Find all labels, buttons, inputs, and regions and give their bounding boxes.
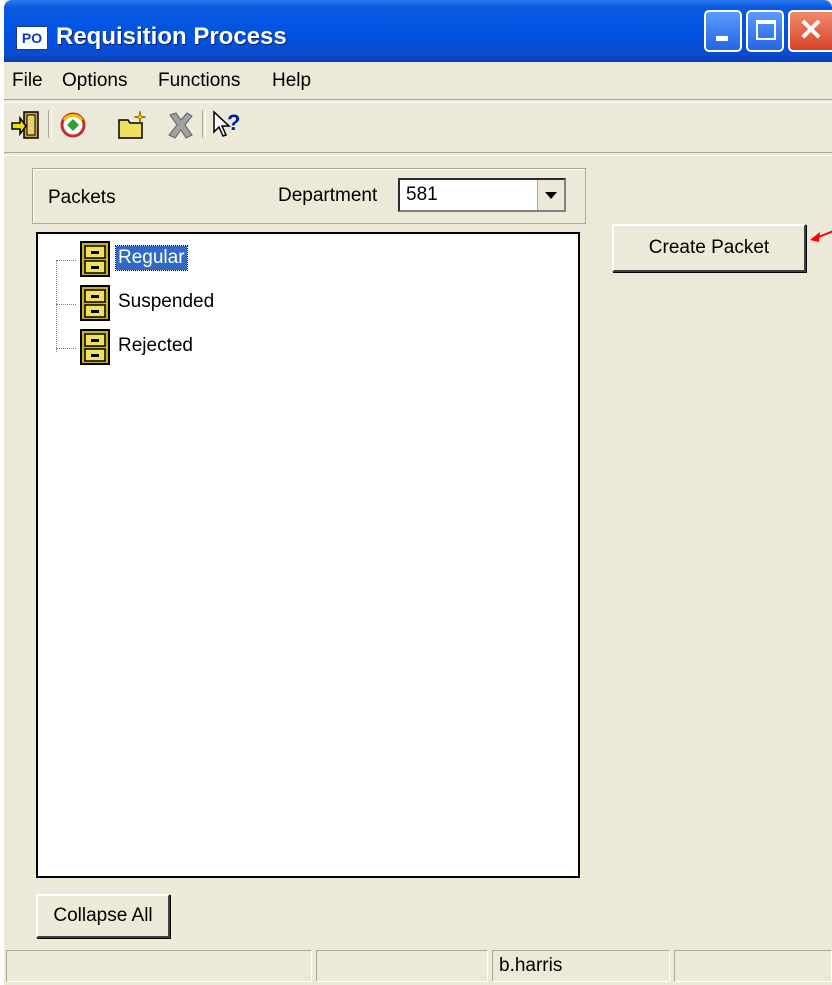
status-cell — [674, 950, 832, 982]
file-cabinet-icon — [80, 285, 110, 321]
department-select[interactable]: 581 — [398, 178, 566, 212]
tree-item-regular[interactable]: Regular — [56, 238, 456, 278]
annotation-arrow-icon — [810, 230, 832, 242]
packets-label: Packets — [48, 187, 116, 208]
toolbar: ? — [4, 102, 832, 152]
menu-options[interactable]: Options — [62, 68, 127, 94]
department-label: Department — [278, 185, 378, 206]
tree-item-rejected[interactable]: Rejected — [56, 326, 456, 366]
file-cabinet-icon — [80, 329, 110, 365]
tree-item-label: Regular — [115, 245, 188, 271]
window-title: Requisition Process — [56, 23, 287, 50]
tree-connector — [56, 304, 76, 305]
menu-help[interactable]: Help — [272, 68, 311, 94]
maximize-icon — [756, 20, 776, 40]
minimize-icon — [716, 36, 728, 41]
status-cell — [6, 950, 312, 982]
toolbar-separator — [202, 110, 206, 138]
close-icon: ✕ — [798, 14, 824, 47]
menu-file[interactable]: File — [12, 68, 43, 94]
title-bar[interactable]: PO Requisition Process ✕ — [4, 0, 832, 62]
collapse-all-label: Collapse All — [53, 905, 153, 926]
department-value: 581 — [406, 184, 438, 205]
tree-connector — [56, 260, 76, 261]
packets-tree[interactable]: Regular Suspended Rejected — [36, 232, 580, 878]
tree-item-suspended[interactable]: Suspended — [56, 282, 456, 322]
menu-bar: File Options Functions Help — [4, 64, 832, 98]
maximize-button[interactable] — [746, 10, 784, 52]
delete-icon[interactable] — [164, 108, 198, 142]
close-button[interactable]: ✕ — [788, 10, 832, 52]
refresh-icon[interactable] — [56, 108, 90, 142]
menu-functions[interactable]: Functions — [158, 68, 240, 94]
toolbar-separator-line — [4, 152, 832, 156]
whats-this-help-icon[interactable]: ? — [210, 108, 244, 142]
toolbar-separator — [48, 110, 52, 138]
tree-item-label: Rejected — [118, 335, 193, 356]
tree-item-label: Suspended — [118, 291, 215, 312]
status-cell — [316, 950, 488, 982]
status-bar: b.harris — [4, 946, 832, 985]
minimize-button[interactable] — [704, 10, 742, 52]
file-cabinet-icon — [80, 241, 110, 277]
collapse-all-button[interactable]: Collapse All — [36, 894, 170, 938]
requisition-process-window: PO Requisition Process ✕ File Options Fu… — [4, 0, 832, 985]
po-app-icon[interactable]: PO — [16, 26, 48, 50]
tree-connector — [56, 348, 76, 349]
chevron-down-icon[interactable] — [537, 180, 564, 210]
status-user: b.harris — [492, 950, 670, 982]
new-folder-icon[interactable] — [116, 108, 150, 142]
exit-door-icon[interactable] — [10, 108, 44, 142]
svg-text:?: ? — [227, 110, 240, 135]
create-packet-button[interactable]: Create Packet — [612, 224, 806, 272]
